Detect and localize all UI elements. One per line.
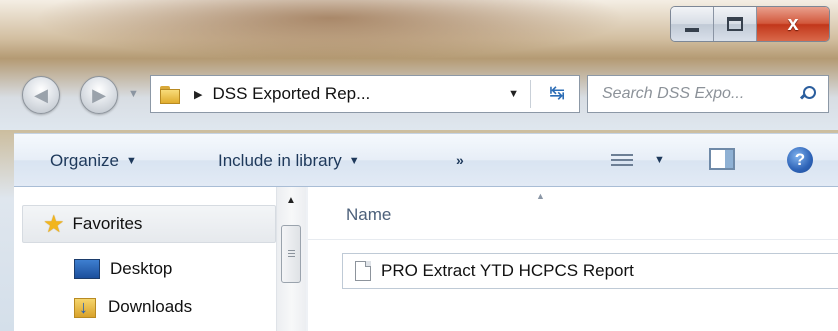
navigation-pane: ★ Favorites Desktop Downloads (14, 187, 276, 331)
sidebar-item-label: Downloads (108, 297, 193, 316)
explorer-window: x ◀ ▶ ▼ ▶ DSS Exported Rep... ▼ ↹ Search… (0, 0, 838, 331)
back-button[interactable]: ◀ (22, 76, 60, 114)
preview-pane-icon[interactable] (709, 148, 735, 170)
content-area: ★ Favorites Desktop Downloads ▲ (14, 187, 838, 331)
more-commands-button[interactable]: » (456, 152, 464, 168)
scroll-thumb[interactable] (281, 225, 301, 283)
recent-pages-dropdown[interactable]: ▼ (128, 88, 139, 100)
help-icon[interactable]: ? (787, 147, 813, 173)
close-button[interactable]: x (757, 7, 829, 41)
scroll-up-icon[interactable]: ▲ (286, 195, 296, 206)
star-icon: ★ (43, 210, 65, 238)
list-item[interactable]: PRO Extract YTD HCPCS Report (342, 253, 838, 289)
downloads-icon (74, 295, 98, 319)
file-list: ▲ Name PRO Extract YTD HCPCS Report (308, 187, 838, 331)
folder-icon (160, 84, 182, 104)
address-separator (530, 80, 531, 108)
navigation-bar: ◀ ▶ ▼ ▶ DSS Exported Rep... ▼ ↹ Search D… (0, 72, 838, 120)
grip-icon (288, 248, 295, 259)
sidebar-item-label: Desktop (110, 259, 173, 278)
sidebar-item-downloads[interactable]: Downloads (14, 289, 192, 325)
back-arrow-icon: ◀ (34, 84, 48, 105)
views-dropdown-icon[interactable]: ▼ (654, 154, 665, 166)
column-name-label: Name (346, 205, 392, 224)
sidebar-item-desktop[interactable]: Desktop (14, 251, 172, 287)
change-view-icon[interactable] (611, 151, 633, 169)
address-bar[interactable]: ▶ DSS Exported Rep... ▼ ↹ (150, 75, 580, 113)
include-in-library-label: Include in library (218, 151, 342, 170)
breadcrumb-chevron-icon[interactable]: ▶ (194, 88, 202, 101)
organize-label: Organize (50, 151, 119, 170)
file-name: PRO Extract YTD HCPCS Report (381, 261, 634, 280)
forward-arrow-icon: ▶ (92, 84, 106, 105)
caption-buttons: x (670, 6, 830, 42)
search-box[interactable]: Search DSS Expo... (587, 75, 829, 113)
organize-button[interactable]: Organize ▼ (50, 151, 137, 171)
sort-ascending-icon: ▲ (536, 191, 545, 201)
sidebar-item-label: Favorites (72, 214, 143, 233)
column-header-name[interactable]: ▲ Name (308, 187, 838, 240)
command-bar: Organize ▼ Include in library ▼ » ▼ ? (14, 133, 838, 187)
refresh-icon[interactable]: ↹ (549, 82, 565, 105)
navigation-pane-scrollbar[interactable]: ▲ (276, 187, 306, 331)
maximize-button[interactable] (714, 7, 757, 41)
minimize-icon (685, 28, 699, 32)
document-icon (355, 261, 371, 281)
breadcrumb-current[interactable]: DSS Exported Rep... (212, 84, 370, 104)
forward-button[interactable]: ▶ (80, 76, 118, 114)
search-icon[interactable] (800, 86, 816, 102)
minimize-button[interactable] (671, 7, 714, 41)
maximize-icon (727, 17, 743, 31)
chevron-down-icon: ▼ (125, 155, 137, 167)
chevron-down-icon: ▼ (348, 155, 360, 167)
sidebar-item-favorites[interactable]: ★ Favorites (22, 205, 276, 243)
close-icon: x (787, 12, 799, 35)
include-in-library-button[interactable]: Include in library ▼ (218, 151, 360, 171)
address-dropdown-icon[interactable]: ▼ (508, 88, 519, 100)
desktop-icon (74, 259, 100, 279)
search-input[interactable]: Search DSS Expo... (602, 85, 800, 103)
